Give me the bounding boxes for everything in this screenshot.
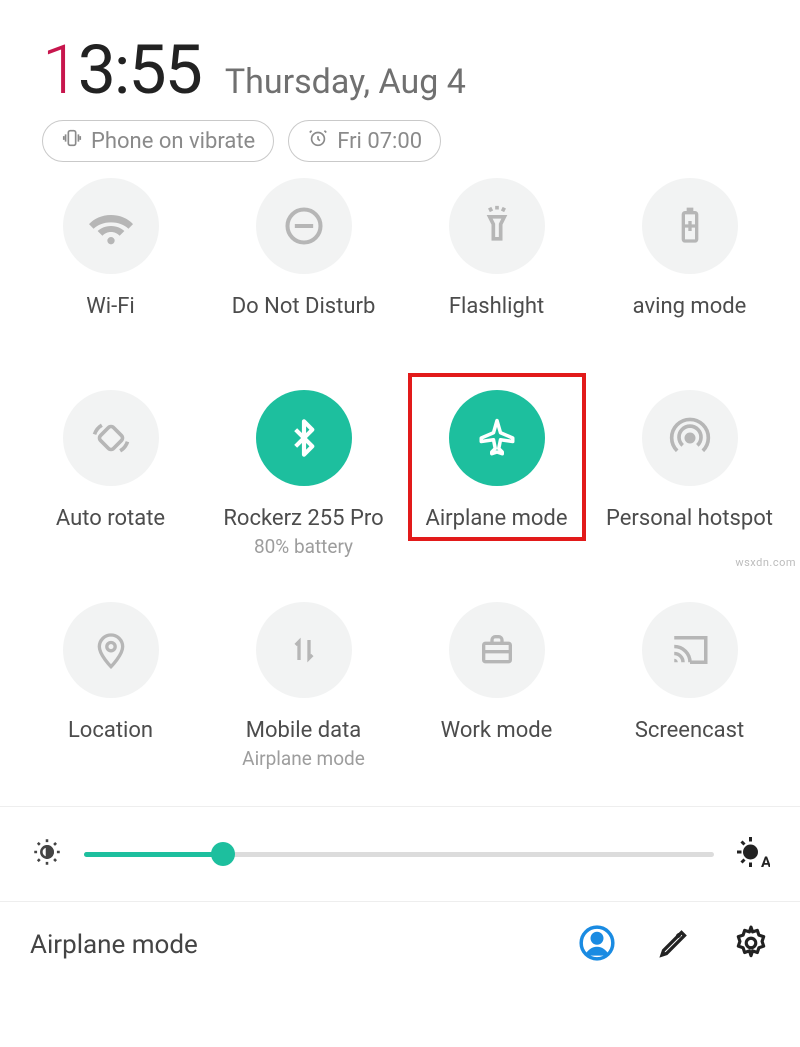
battery-saving-icon xyxy=(642,178,738,274)
tile-flashlight[interactable]: Flashlight xyxy=(400,178,593,348)
tile-dnd[interactable]: Do Not Disturb xyxy=(207,178,400,348)
auto-rotate-icon xyxy=(63,390,159,486)
airplane-icon xyxy=(449,390,545,486)
tile-label: Airplane mode xyxy=(425,506,567,531)
edit-icon[interactable] xyxy=(656,925,692,965)
tile-sublabel: 80% battery xyxy=(254,535,353,558)
tile-label: Screencast xyxy=(635,718,744,743)
tile-label: Location xyxy=(68,718,153,743)
tile-saving-mode[interactable]: aving mode xyxy=(593,178,786,348)
tile-work-mode[interactable]: Work mode xyxy=(400,602,593,772)
tile-bluetooth[interactable]: Rockerz 255 Pro 80% battery xyxy=(207,390,400,560)
vibrate-chip[interactable]: Phone on vibrate xyxy=(42,120,274,162)
flashlight-icon xyxy=(449,178,545,274)
brightness-row: A xyxy=(0,806,800,902)
svg-text:A: A xyxy=(761,853,770,870)
profile-icon[interactable] xyxy=(578,924,616,966)
tile-location[interactable]: Location xyxy=(14,602,207,772)
tile-label: aving mode xyxy=(633,294,747,319)
vibrate-chip-label: Phone on vibrate xyxy=(91,129,255,154)
hotspot-icon xyxy=(642,390,738,486)
work-mode-icon xyxy=(449,602,545,698)
clock-rest: 3:55 xyxy=(78,30,201,110)
clock-hour-first: 1 xyxy=(42,30,78,110)
location-icon xyxy=(63,602,159,698)
header: 1 3:55 Thursday, Aug 4 xyxy=(0,0,800,116)
quick-settings-grid: Wi-Fi Do Not Disturb Flashlight aving mo… xyxy=(0,162,800,772)
tile-screencast[interactable]: Screencast xyxy=(593,602,786,772)
tile-label: Wi-Fi xyxy=(86,294,134,319)
brightness-slider[interactable] xyxy=(84,852,714,857)
date-label[interactable]: Thursday, Aug 4 xyxy=(225,62,466,102)
dnd-icon xyxy=(256,178,352,274)
watermark: wsxdn.com xyxy=(735,556,796,569)
tile-label: Mobile data xyxy=(246,718,361,743)
brightness-fill xyxy=(84,852,223,857)
tile-mobile-data[interactable]: Mobile data Airplane mode xyxy=(207,602,400,772)
footer-title: Airplane mode xyxy=(30,930,536,960)
alarm-icon xyxy=(307,127,329,155)
tile-wifi[interactable]: Wi-Fi xyxy=(14,178,207,348)
tile-label: Work mode xyxy=(441,718,553,743)
footer-bar: Airplane mode xyxy=(0,902,800,966)
tile-auto-rotate[interactable]: Auto rotate xyxy=(14,390,207,560)
clock[interactable]: 1 3:55 xyxy=(42,30,201,110)
tile-sublabel: Airplane mode xyxy=(242,747,365,770)
screencast-icon xyxy=(642,602,738,698)
vibrate-icon xyxy=(61,127,83,155)
tile-label: Flashlight xyxy=(449,294,544,319)
tile-label: Do Not Disturb xyxy=(232,294,376,319)
status-chips: Phone on vibrate Fri 07:00 xyxy=(0,116,800,162)
tile-personal-hotspot[interactable]: Personal hotspot xyxy=(593,390,786,560)
tile-label: Rockerz 255 Pro xyxy=(223,506,383,531)
tile-label: Auto rotate xyxy=(56,506,165,531)
brightness-auto-icon[interactable]: A xyxy=(734,834,770,874)
mobile-data-icon xyxy=(256,602,352,698)
tile-label: Personal hotspot xyxy=(606,506,773,531)
brightness-low-icon xyxy=(30,835,64,873)
alarm-chip[interactable]: Fri 07:00 xyxy=(288,120,441,162)
brightness-thumb[interactable] xyxy=(211,842,235,866)
settings-icon[interactable] xyxy=(732,924,770,966)
alarm-chip-label: Fri 07:00 xyxy=(337,129,422,154)
tile-airplane-mode[interactable]: Airplane mode xyxy=(400,390,593,560)
wifi-icon xyxy=(63,178,159,274)
bluetooth-icon xyxy=(256,390,352,486)
